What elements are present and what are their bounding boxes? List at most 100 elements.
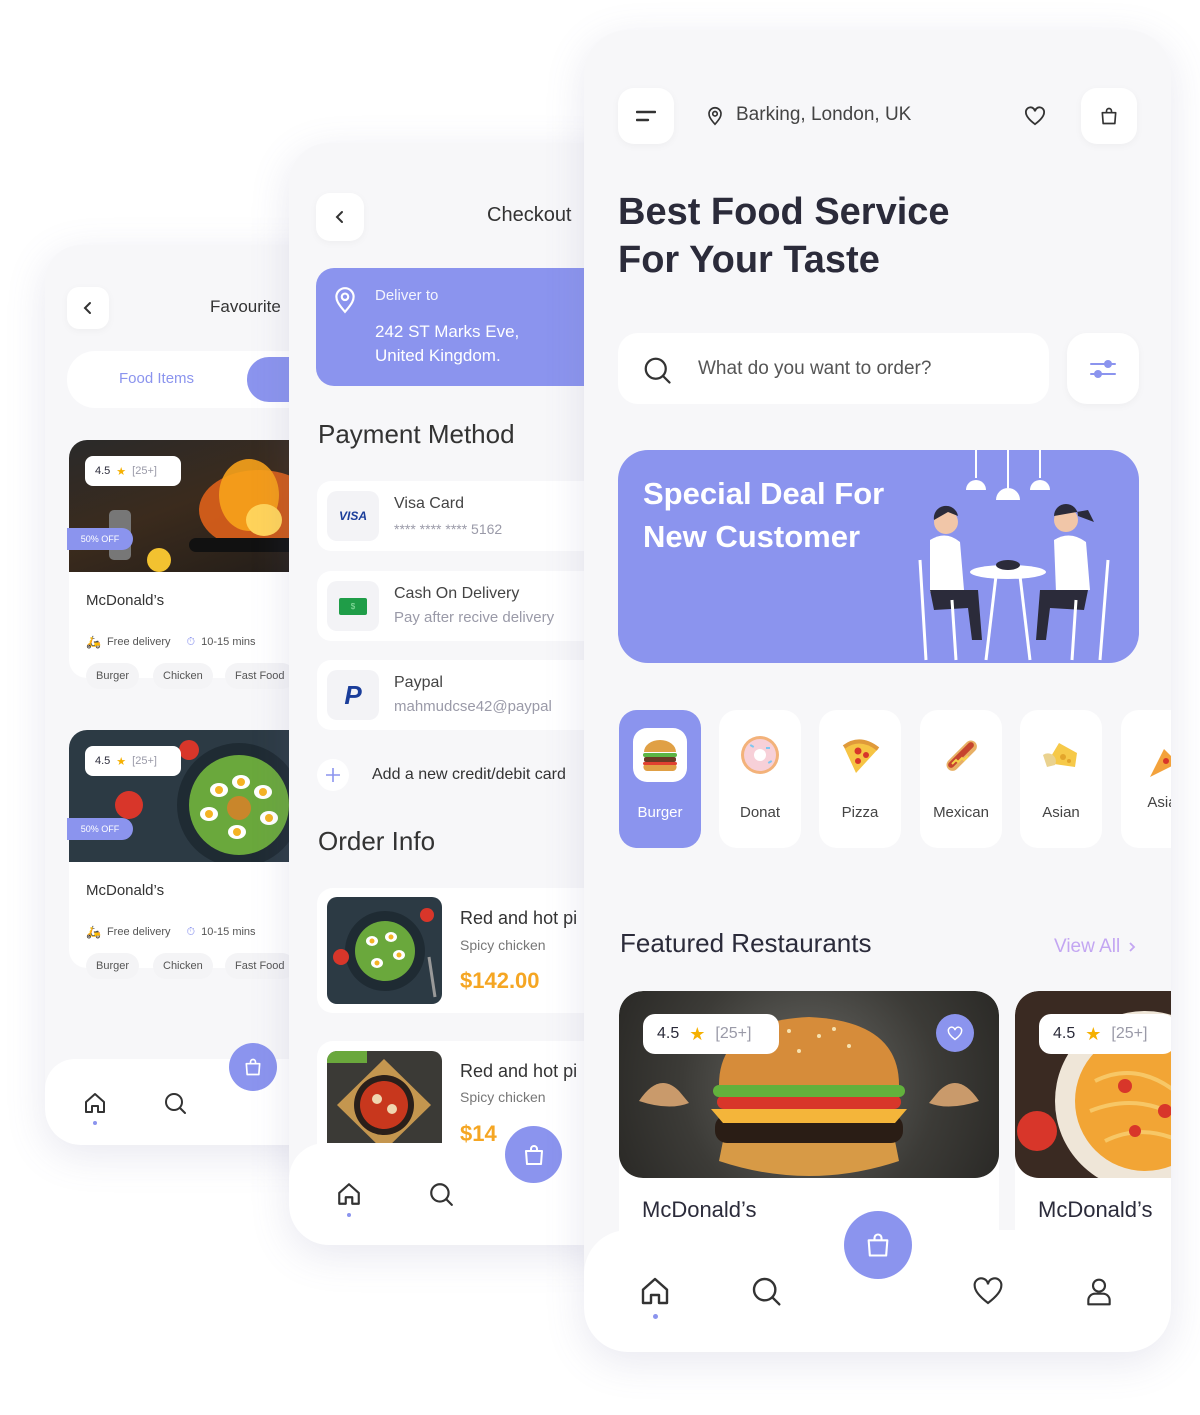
search-icon: [642, 355, 672, 385]
rating-badge: 4.5 ★ [25+]: [85, 456, 181, 486]
payment-option-cash[interactable]: $ Cash On Delivery Pay after recive deli…: [317, 571, 609, 641]
restaurant-card[interactable]: 4.5 ★ [25+] McDonald’s: [1015, 991, 1171, 1271]
location-text[interactable]: Barking, London, UK: [736, 104, 911, 126]
visa-icon: VISA: [327, 491, 379, 541]
home-icon[interactable]: [639, 1275, 671, 1307]
burger-icon: [633, 728, 687, 782]
view-all-link[interactable]: View All: [1054, 936, 1136, 958]
search-icon[interactable]: [750, 1275, 782, 1307]
rating-badge: 4.5 ★ [25+]: [643, 1014, 779, 1054]
order-item-name: Red and hot pi: [460, 908, 578, 928]
tab-food-items[interactable]: Food Items: [119, 370, 194, 387]
deal-line-2: New Customer: [643, 519, 861, 554]
tag-burger: Burger: [86, 663, 140, 689]
menu-button[interactable]: [618, 88, 674, 144]
heart-icon[interactable]: [972, 1276, 1004, 1306]
plus-icon: [326, 768, 340, 782]
category-label: Mexican: [933, 804, 989, 821]
order-item-photo: [327, 1051, 442, 1158]
location-pin-icon: [706, 106, 724, 126]
pizza-slice-icon: [1135, 736, 1171, 790]
pizza-icon: [833, 728, 887, 782]
hotdog-icon: [934, 728, 988, 782]
delivery-text: Free delivery: [106, 636, 171, 648]
star-icon: ★: [1085, 1023, 1102, 1044]
category-asia[interactable]: Asia: [1121, 710, 1171, 848]
delivery-text: Free delivery: [106, 926, 171, 938]
timer-icon: ⏱: [186, 635, 196, 648]
bag-icon: [867, 1233, 889, 1257]
review-count: [25+]: [1111, 1025, 1148, 1042]
home-icon[interactable]: [83, 1091, 107, 1115]
back-button[interactable]: [316, 193, 364, 241]
favourite-toggle[interactable]: [936, 1014, 974, 1052]
profile-icon[interactable]: [1083, 1275, 1115, 1307]
tag-fast-food: Fast Food: [225, 663, 295, 689]
page-title: Favourite: [210, 297, 281, 316]
headline-line-1: Best Food Service: [618, 191, 950, 233]
rating-value: 4.5: [95, 465, 111, 477]
category-asian[interactable]: Asian: [1020, 710, 1102, 848]
order-item-photo: [327, 897, 442, 1004]
cheese-icon: [1034, 728, 1088, 782]
heart-icon[interactable]: [1024, 106, 1046, 126]
chevron-left-icon: [335, 211, 343, 223]
search-bar[interactable]: What do you want to order?: [618, 333, 1049, 404]
chevron-right-icon: [1129, 942, 1136, 952]
delivery-time: 10-15 mins: [201, 926, 256, 938]
headline: Best Food Service For Your Taste: [618, 188, 950, 284]
delivery-address-card[interactable]: Deliver to 242 ST Marks Eve, United King…: [316, 268, 609, 386]
category-label: Pizza: [841, 804, 879, 821]
filter-button[interactable]: [1067, 333, 1139, 404]
back-button[interactable]: [67, 287, 109, 329]
cart-button[interactable]: [1081, 88, 1137, 144]
category-donat[interactable]: Donat: [719, 710, 801, 848]
home-icon[interactable]: [336, 1181, 362, 1207]
restaurant-name: McDonald’s: [1038, 1197, 1153, 1222]
rating-value: 4.5: [95, 755, 111, 767]
payment-option-visa[interactable]: VISA Visa Card **** **** **** 5162: [317, 481, 609, 551]
bag-icon: [524, 1144, 543, 1165]
location-pin-icon: [332, 286, 358, 314]
search-input[interactable]: What do you want to order?: [698, 358, 931, 380]
tag-fast-food: Fast Food: [225, 953, 295, 979]
category-mexican[interactable]: Mexican: [920, 710, 1002, 848]
active-indicator: [653, 1314, 658, 1319]
search-icon[interactable]: [428, 1181, 454, 1207]
heart-icon: [947, 1025, 963, 1040]
order-item-price: $142.00: [460, 968, 540, 993]
add-card-label[interactable]: Add a new credit/debit card: [372, 766, 566, 784]
restaurant-name: McDonald’s: [86, 592, 165, 609]
search-icon[interactable]: [163, 1091, 187, 1115]
cart-button[interactable]: [844, 1211, 912, 1279]
card-number: **** **** **** 5162: [394, 521, 503, 537]
category-label: Donat: [739, 804, 781, 821]
order-item-name: Red and hot pi: [460, 1061, 578, 1081]
delivery-info: 🛵 Free delivery ⏱ 10-15 mins: [86, 925, 256, 939]
special-deal-banner[interactable]: Special Deal For New Customer: [618, 450, 1139, 663]
menu-icon: [636, 110, 656, 122]
category-label: Burger: [637, 804, 683, 821]
category-burger[interactable]: Burger: [619, 710, 701, 848]
tag-chicken: Chicken: [153, 663, 213, 689]
order-item[interactable]: Red and hot pi Spicy chicken $142.00: [317, 888, 609, 1013]
checkout-screen: Checkout Deliver to 242 ST Marks Eve, Un…: [289, 143, 609, 1245]
address-line-1: 242 ST Marks Eve,: [375, 322, 520, 341]
headline-line-2: For Your Taste: [618, 239, 880, 281]
cart-button[interactable]: [505, 1126, 562, 1183]
restaurant-card[interactable]: 4.5 ★ [25+] McDonald’s: [619, 991, 999, 1271]
add-card-button[interactable]: [317, 759, 349, 791]
cart-button[interactable]: [229, 1043, 277, 1091]
star-icon: ★: [689, 1023, 706, 1044]
payment-detail: Pay after recive delivery: [394, 609, 555, 626]
star-icon: ★: [116, 755, 127, 768]
payment-name: Visa Card: [394, 495, 464, 512]
category-label: Asia: [1147, 794, 1171, 811]
category-pizza[interactable]: Pizza: [819, 710, 901, 848]
rating-badge: 4.5 ★ [25+]: [1039, 1014, 1171, 1054]
payment-option-paypal[interactable]: P Paypal mahmudcse42@paypal: [317, 660, 609, 730]
deliver-to-label: Deliver to: [375, 287, 439, 304]
active-indicator: [93, 1121, 97, 1125]
review-count: [25+]: [132, 465, 157, 477]
tag-chicken: Chicken: [153, 953, 213, 979]
